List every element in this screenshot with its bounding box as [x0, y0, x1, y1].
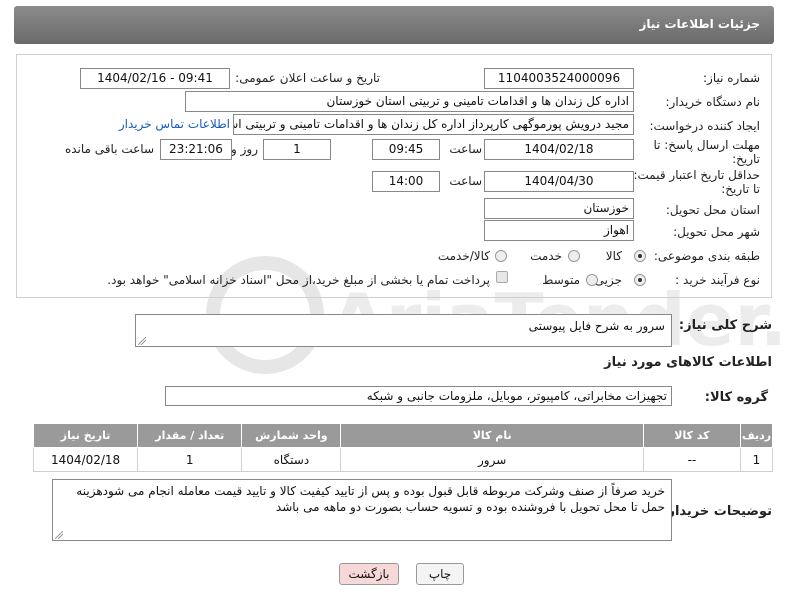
need-number-field[interactable]: 1104003524000096 — [484, 68, 634, 89]
col-code: کد کالا — [642, 423, 741, 448]
purchase-type-label: نوع فرآیند خرید : — [675, 273, 760, 287]
buyer-notes-label: توضیحات خریدار: — [662, 504, 772, 519]
purchase-type-option-medium: متوسط — [542, 273, 580, 287]
requester-label: ایجاد کننده درخواست: — [649, 119, 760, 133]
cell-unit: دستگاه — [241, 447, 342, 472]
category-option-service: خدمت — [530, 249, 562, 263]
col-qty: تعداد / مقدار — [137, 423, 243, 448]
category-radio-both[interactable] — [495, 250, 507, 262]
reply-days-label: روز و — [231, 142, 258, 156]
cell-qty: 1 — [137, 447, 243, 472]
purchase-type-radio-minor[interactable] — [634, 274, 646, 286]
buyer-notes-text: خرید صرفاً از صنف وشرکت مربوطه قابل قبول… — [76, 484, 665, 514]
product-group-field[interactable]: تجهیزات مخابراتی، کامپیوتر، موبایل، ملزو… — [165, 386, 672, 406]
items-table: ردیف کد کالا نام کالا واحد شمارش تعداد /… — [32, 423, 774, 472]
col-date: تاریخ نیاز — [32, 423, 139, 448]
cell-code: -- — [642, 447, 741, 472]
buyer-contact-link[interactable]: اطلاعات تماس خریدار — [119, 117, 230, 131]
product-group-label: گروه کالا: — [704, 390, 768, 405]
category-option-both: کالا/خدمت — [437, 249, 490, 263]
reply-days-field[interactable]: 1 — [263, 139, 331, 160]
requester-field[interactable]: مجید درویش پورموگهی کارپرداز اداره کل زن… — [233, 114, 634, 135]
buyer-notes-field[interactable]: خرید صرفاً از صنف وشرکت مربوطه قابل قبول… — [52, 479, 672, 541]
purchase-type-radio-medium[interactable] — [586, 274, 598, 286]
price-validity-label-2: تا تاریخ: — [721, 182, 760, 196]
cell-row: 1 — [739, 447, 774, 472]
category-label: طبقه بندی موضوعی: — [653, 249, 760, 263]
announce-datetime-label: تاریخ و ساعت اعلان عمومی: — [235, 71, 380, 85]
category-radio-service[interactable] — [568, 250, 580, 262]
items-table-header: ردیف کد کالا نام کالا واحد شمارش تعداد /… — [32, 423, 774, 448]
purchase-type-option-minor: جزیی — [594, 273, 622, 287]
cell-name: سرور — [340, 447, 644, 472]
treasury-checkbox[interactable] — [496, 271, 508, 283]
treasury-note: پرداخت تمام یا بخشی از مبلغ خرید،از محل … — [107, 273, 490, 287]
general-description-text: سرور به شرح فایل پیوستی — [528, 319, 665, 333]
reply-time-field[interactable]: 09:45 — [372, 139, 440, 160]
resize-handle-icon[interactable] — [138, 337, 146, 345]
category-option-goods: کالا — [605, 249, 622, 263]
col-unit: واحد شمارش — [241, 423, 342, 448]
page-title: جزئیات اطلاعات نیاز — [639, 17, 760, 31]
delivery-province-field[interactable]: خوزستان — [484, 198, 634, 219]
col-name: نام کالا — [340, 423, 644, 448]
price-validity-time-field[interactable]: 14:00 — [372, 171, 440, 192]
reply-time-label: ساعت — [449, 142, 482, 156]
remaining-time-label: ساعت باقی مانده — [64, 142, 154, 156]
cell-date: 1404/02/18 — [32, 447, 139, 472]
reply-date-field[interactable]: 1404/02/18 — [484, 139, 634, 160]
back-button[interactable]: بازگشت — [339, 563, 399, 585]
category-radio-goods[interactable] — [634, 250, 646, 262]
resize-handle-icon[interactable] — [55, 531, 63, 539]
items-section-title: اطلاعات کالاهای مورد نیاز — [604, 355, 772, 370]
general-description-field[interactable]: سرور به شرح فایل پیوستی — [135, 314, 672, 347]
price-validity-time-label: ساعت — [449, 174, 482, 188]
delivery-city-field[interactable]: اهواز — [484, 220, 634, 241]
price-validity-label: حداقل تاریخ اعتبار قیمت: — [633, 168, 760, 182]
page-header: جزئیات اطلاعات نیاز — [14, 6, 774, 44]
price-validity-date-field[interactable]: 1404/04/30 — [484, 171, 634, 192]
general-description-label: شرح کلی نیاز: — [678, 318, 772, 333]
col-row: ردیف — [739, 423, 774, 448]
reply-deadline-label: مهلت ارسال پاسخ: تا — [653, 138, 760, 152]
buyer-org-label: نام دستگاه خریدار: — [665, 95, 761, 109]
table-row[interactable]: 1 -- سرور دستگاه 1 1404/02/18 — [32, 447, 774, 472]
print-button[interactable]: چاپ — [416, 563, 464, 585]
delivery-city-label: شهر محل تحویل: — [673, 225, 760, 239]
reply-deadline-label-2: تاریخ: — [732, 152, 760, 166]
remaining-time-field[interactable]: 23:21:06 — [160, 139, 232, 160]
need-number-label: شماره نیاز: — [703, 71, 760, 85]
buyer-org-field[interactable]: اداره کل زندان ها و اقدامات تامینی و ترب… — [185, 91, 634, 112]
delivery-province-label: استان محل تحویل: — [665, 203, 760, 217]
announce-datetime-field[interactable]: 1404/02/16 - 09:41 — [80, 68, 230, 89]
